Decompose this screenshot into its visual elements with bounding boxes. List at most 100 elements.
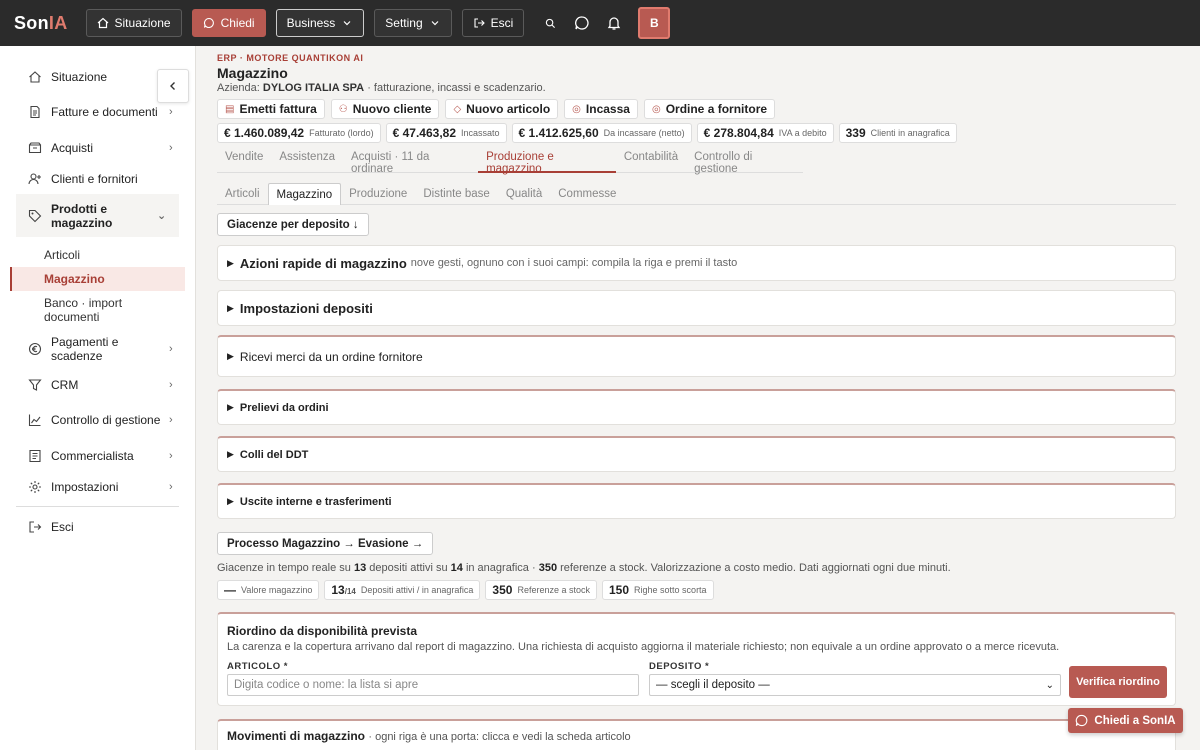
tab-vendite[interactable]: Vendite: [217, 151, 271, 173]
kpi-fatturato[interactable]: € 1.460.089,42 Fatturato (lordo): [217, 123, 381, 143]
panel-impostazioni-depositi[interactable]: ▶ Impostazioni depositi: [217, 290, 1176, 326]
sidebar-item-impostazioni[interactable]: Impostazioni ›: [0, 471, 195, 502]
panel-azioni-rapide[interactable]: ▶ Azioni rapide di magazzino nove gesti,…: [217, 245, 1176, 281]
deposito-label: DEPOSITO *: [649, 661, 710, 672]
sidebar-subitem-magazzino[interactable]: Magazzino: [10, 267, 185, 291]
gear-icon: [29, 480, 41, 493]
giacenze-button[interactable]: Giacenze per deposito ↓: [217, 213, 369, 236]
setting-menu[interactable]: Setting: [374, 9, 452, 37]
logo[interactable]: SonIA: [14, 13, 68, 34]
logout-icon: [29, 520, 42, 533]
stat-referenze[interactable]: 350 Referenze a stock: [485, 580, 597, 600]
sidebar-subitem-banco[interactable]: Banco · import documenti: [0, 291, 195, 329]
chevron-down-icon: [431, 21, 439, 26]
quick-actions: ▤ Emetti fattura ⚇ Nuovo cliente ◇ Nuovo ar…: [217, 99, 1176, 119]
euro-icon: [28, 342, 42, 356]
deposito-select[interactable]: — scegli il deposito — ⌄: [649, 674, 1061, 696]
chevron-right-icon: ›: [169, 141, 173, 154]
home-icon: [97, 17, 108, 29]
chevron-left-icon: [170, 82, 175, 90]
giacenze-note: Giacenze in tempo reale su 13 depositi a…: [217, 562, 951, 574]
processo-button[interactable]: Processo Magazzino → Evasione →: [217, 532, 434, 555]
stat-depositi[interactable]: 13/14 Depositi attivi / in anagrafica: [324, 580, 481, 600]
stat-valore[interactable]: — Valore magazzino: [217, 580, 320, 600]
main-tabs: Vendite Assistenza Acquisti · 11 da ordi…: [217, 151, 803, 175]
collapse-sidebar-button[interactable]: [157, 69, 189, 103]
expand-icon: ▶: [227, 449, 234, 459]
chevron-right-icon: ›: [169, 343, 173, 355]
kpi-iva[interactable]: € 278.804,84 IVA a debito: [696, 123, 834, 143]
logout-icon: [474, 18, 485, 28]
situazione-button[interactable]: Situazione: [85, 9, 182, 37]
message-icon[interactable]: [572, 13, 592, 33]
user-plus-icon: [28, 172, 41, 184]
verifica-riordino-button[interactable]: Verifica riordino: [1069, 666, 1167, 698]
chart-icon: [28, 414, 41, 427]
filter-icon: [28, 378, 42, 391]
kpi-row: € 1.460.089,42 Fatturato (lordo) € 47.463…: [217, 123, 1176, 143]
sidebar-item-clienti[interactable]: Clienti e fornitori: [0, 163, 195, 194]
expand-icon: ▶: [227, 351, 234, 361]
stat-righe[interactable]: 150 Righe sotto scorta: [602, 580, 714, 600]
riordino-panel: Riordino da disponibilità prevista La ca…: [217, 612, 1176, 706]
sidebar-divider: [16, 506, 179, 507]
chevron-right-icon: ›: [169, 480, 173, 493]
subtab-produzione[interactable]: Produzione: [341, 183, 415, 205]
eyebrow: ERP · MOTORE QUANTIKON AI: [217, 53, 364, 63]
page-title: Magazzino: [217, 65, 288, 81]
tab-produzione[interactable]: Produzione e magazzino: [478, 151, 616, 175]
tab-contabilita[interactable]: Contabilità: [616, 151, 686, 173]
sidebar-item-pagamenti[interactable]: Pagamenti e scadenze ›: [0, 329, 195, 369]
euro-icon: ◎: [651, 103, 661, 115]
sidebar-item-commercialista[interactable]: Commercialista ›: [0, 440, 195, 471]
expand-icon: ▶: [227, 402, 234, 412]
subtab-articoli[interactable]: Articoli: [217, 183, 268, 205]
kpi-incassato[interactable]: € 47.463,82 Incassato: [385, 123, 507, 143]
ordine-fornitore-button[interactable]: ◎ Ordine a fornitore: [643, 99, 776, 119]
kpi-da-incassare[interactable]: € 1.412.625,60 Da incassare (netto): [511, 123, 692, 143]
kpi-clienti[interactable]: 339 Clienti in anagrafica: [838, 123, 957, 143]
subtab-magazzino[interactable]: Magazzino: [267, 183, 342, 205]
search-icon[interactable]: [540, 13, 560, 33]
list-icon: [29, 449, 41, 462]
main-content: ERP · MOTORE QUANTIKON AI Magazzino Azie…: [196, 46, 1200, 750]
sidebar-item-crm[interactable]: CRM ›: [0, 369, 195, 400]
expand-icon: ▶: [227, 302, 234, 313]
chat-icon: [1076, 714, 1088, 727]
sidebar: Situazione Fatture e documenti › Acquist…: [0, 46, 196, 750]
subtab-distinte[interactable]: Distinte base: [415, 183, 497, 205]
sidebar-item-esci[interactable]: Esci: [0, 511, 195, 542]
avatar[interactable]: B: [638, 7, 671, 39]
panel-uscite[interactable]: ▶ Uscite interne e trasferimenti: [217, 483, 1176, 519]
chat-icon: [203, 17, 214, 29]
tag-icon: [28, 209, 42, 222]
chiedi-sonia-button[interactable]: Chiedi a SonIA: [1068, 708, 1183, 733]
tab-acquisti[interactable]: Acquisti · 11 da ordinare: [343, 151, 478, 175]
euro-icon: ◎: [572, 103, 581, 115]
tab-controllo[interactable]: Controllo di gestione: [686, 151, 803, 175]
subtab-commesse[interactable]: Commesse: [550, 183, 624, 205]
subtab-qualita[interactable]: Qualità: [498, 183, 550, 205]
sidebar-subitem-articoli[interactable]: Articoli: [0, 243, 195, 267]
esci-button[interactable]: Esci: [461, 9, 525, 37]
bell-icon[interactable]: [604, 13, 624, 33]
business-menu[interactable]: Business: [275, 9, 365, 37]
sidebar-item-controllo[interactable]: Controllo di gestione ›: [0, 400, 195, 440]
top-bar: SonIA Situazione Chiedi Business Setting…: [0, 0, 1200, 46]
articolo-label: ARTICOLO *: [227, 661, 288, 672]
sidebar-item-acquisti[interactable]: Acquisti ›: [0, 132, 195, 163]
chevron-right-icon: ›: [169, 378, 173, 391]
panel-ricevi-merci[interactable]: ▶ Ricevi merci da un ordine fornitore: [217, 335, 1176, 377]
panel-colli[interactable]: ▶ Colli del DDT: [217, 436, 1176, 472]
incassa-button[interactable]: ◎ Incassa: [564, 99, 638, 119]
tag-icon: ◇: [453, 103, 462, 115]
emetti-fattura-button[interactable]: ▤ Emetti fattura: [217, 99, 325, 119]
nuovo-cliente-button[interactable]: ⚇ Nuovo cliente: [330, 99, 440, 119]
document-icon: ▤: [225, 103, 235, 115]
panel-prelievi[interactable]: ▶ Prelievi da ordini: [217, 389, 1176, 425]
tab-assistenza[interactable]: Assistenza: [271, 151, 343, 173]
sidebar-item-prodotti[interactable]: Prodotti e magazzino ⌄: [16, 194, 179, 237]
chiedi-button[interactable]: Chiedi: [191, 9, 266, 37]
articolo-input[interactable]: Digita codice o nome: la lista si apre: [227, 674, 639, 696]
nuovo-articolo-button[interactable]: ◇ Nuovo articolo: [445, 99, 559, 119]
